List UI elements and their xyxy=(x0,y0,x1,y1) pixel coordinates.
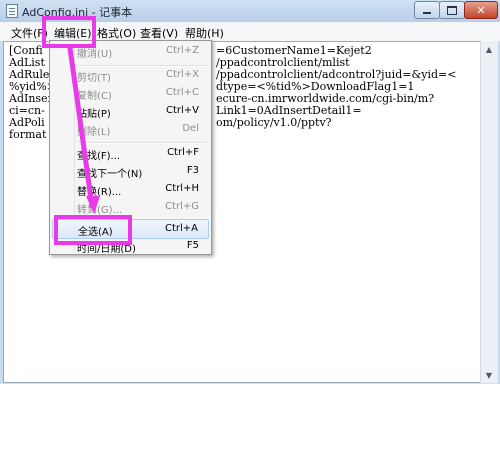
annotation-arrow xyxy=(67,45,100,214)
arrow-head-icon xyxy=(86,196,100,214)
arrow-shaft xyxy=(67,45,95,209)
